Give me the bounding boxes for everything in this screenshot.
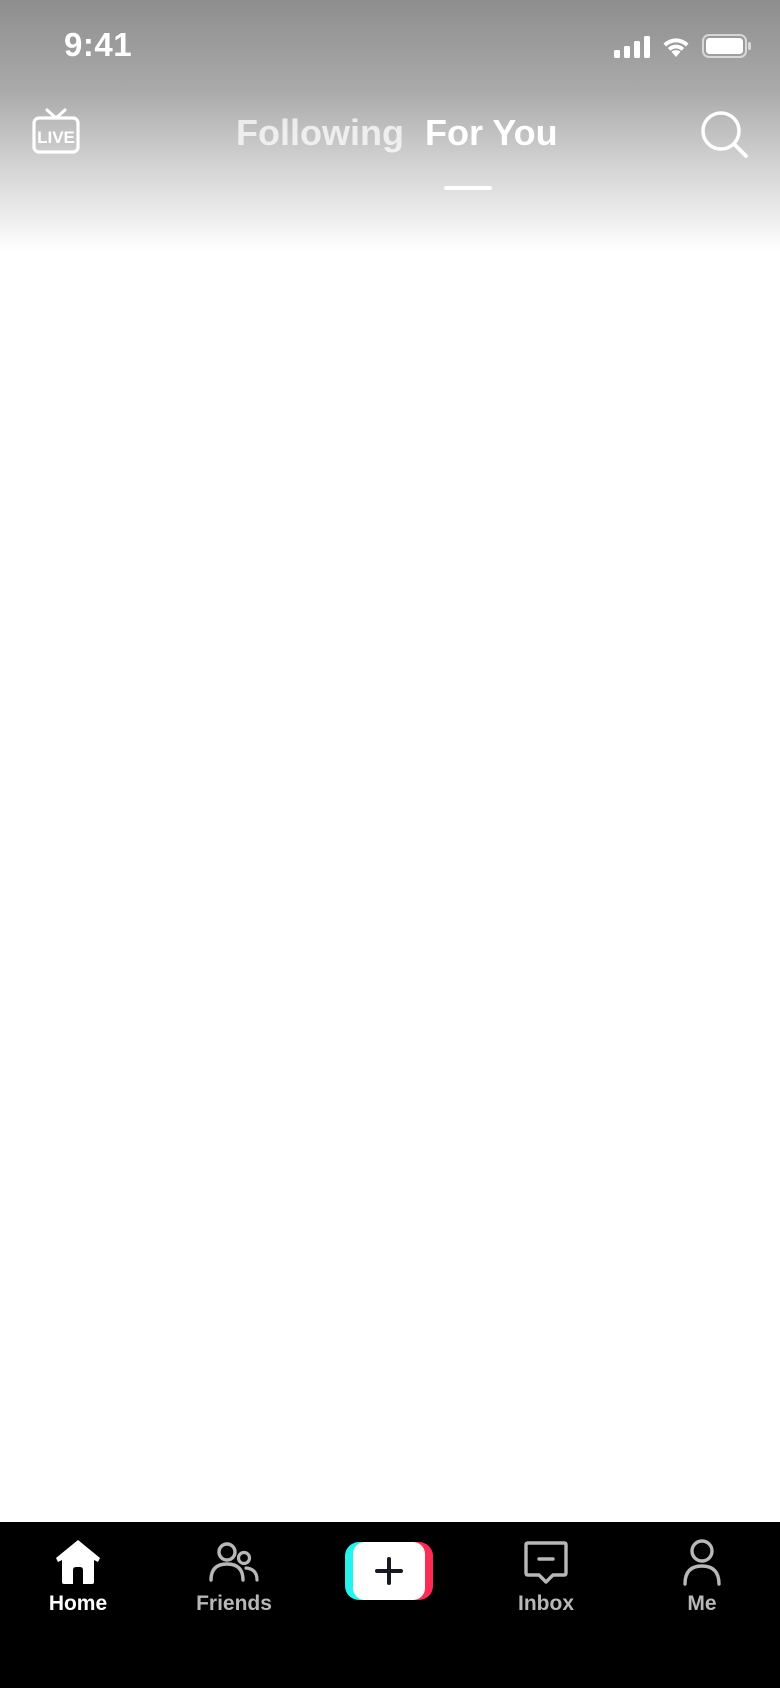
- inbox-icon: [524, 1541, 568, 1584]
- search-button[interactable]: [698, 108, 750, 160]
- nav-inbox[interactable]: Inbox: [486, 1536, 606, 1636]
- home-icon: [56, 1540, 100, 1584]
- nav-home-label: Home: [48, 1592, 108, 1615]
- status-icons: [614, 30, 752, 62]
- search-icon: [701, 111, 748, 158]
- nav-inbox-label: Inbox: [518, 1592, 574, 1615]
- app-screen: 9:41 LIVE Following For You Home Friends…: [0, 0, 780, 1688]
- create-button-face: [353, 1542, 425, 1600]
- wifi-icon: [663, 38, 689, 57]
- active-tab-indicator: [444, 186, 492, 190]
- battery-icon: [702, 34, 751, 58]
- cellular-signal-icon: [614, 34, 650, 58]
- nav-friends[interactable]: Friends: [174, 1536, 294, 1636]
- profile-icon: [683, 1539, 721, 1586]
- feed-tabs: Following For You: [0, 112, 780, 190]
- video-feed-area[interactable]: [0, 252, 780, 1522]
- tab-following[interactable]: Following: [236, 112, 404, 154]
- status-bar: 9:41: [0, 0, 780, 92]
- tab-for-you[interactable]: For You: [425, 112, 558, 154]
- plus-icon: [375, 1557, 403, 1585]
- nav-me[interactable]: Me: [642, 1536, 762, 1636]
- friends-icon: [209, 1542, 259, 1582]
- bottom-navigation: Home Friends Inbox Me: [0, 1522, 780, 1688]
- nav-me-label: Me: [687, 1592, 717, 1615]
- nav-home[interactable]: Home: [18, 1536, 138, 1636]
- nav-friends-label: Friends: [196, 1592, 272, 1615]
- status-time: 9:41: [64, 26, 133, 63]
- create-button[interactable]: [345, 1542, 433, 1600]
- top-navigation: LIVE Following For You: [0, 92, 780, 190]
